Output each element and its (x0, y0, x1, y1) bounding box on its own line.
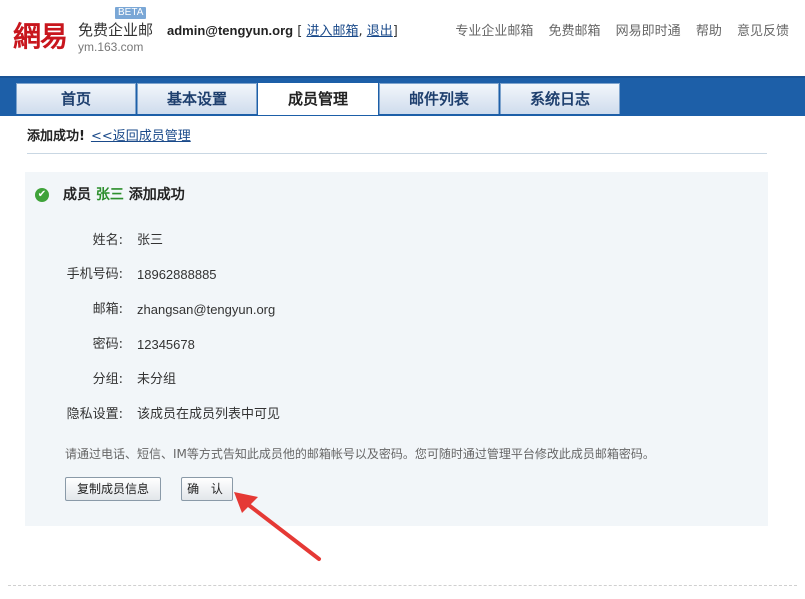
field-label: 手机号码: (66, 267, 123, 282)
breadcrumb: 添加成功! <<返回成员管理 (27, 128, 767, 154)
product-name: 免费企业邮 (78, 21, 154, 39)
back-to-members-link[interactable]: <<返回成员管理 (91, 129, 191, 144)
notice-text: 请通过电话、短信、IM等方式告知此成员他的邮箱帐号以及密码。您可随时通过管理平台… (65, 447, 655, 461)
netease-logo[interactable]: 網易 (13, 20, 68, 54)
header: 網易 免费企业邮 BETA ym.163.com admin@tengyun.o… (0, 0, 805, 78)
bracket-close: ] (392, 24, 398, 39)
top-link-free-mail[interactable]: 免费邮箱 (549, 24, 601, 39)
user-email: admin@tengyun.org (167, 23, 294, 38)
top-link-feedback[interactable]: 意见反馈 (737, 24, 789, 39)
member-name: 张三 (95, 187, 124, 203)
copy-member-info-button[interactable]: 复制成员信息 (65, 477, 161, 501)
top-link-help[interactable]: 帮助 (696, 24, 722, 39)
result-panel: ✔ 成员 张三 添加成功 姓名: 张三 手机号码: 18962888885 邮箱… (25, 172, 768, 526)
tab-system-log[interactable]: 系统日志 (500, 83, 620, 114)
enter-mailbox-link[interactable]: 进入邮箱 (306, 24, 358, 39)
top-links: 专业企业邮箱 免费邮箱 网易即时通 帮助 意见反馈 (444, 24, 789, 40)
tab-mail-lists[interactable]: 邮件列表 (379, 83, 499, 114)
field-value: 18962888885 (137, 267, 217, 282)
field-value: zhangsan@tengyun.org (137, 302, 276, 317)
page-title: 添加成功! (27, 129, 85, 144)
tab-home[interactable]: 首页 (16, 83, 136, 114)
logout-link[interactable]: 退出 (367, 24, 393, 39)
field-label: 密码: (92, 337, 123, 352)
product-domain: ym.163.com (78, 40, 144, 54)
top-link-popo[interactable]: 网易即时通 (616, 24, 681, 39)
top-link-pro-mail[interactable]: 专业企业邮箱 (455, 24, 533, 39)
tab-member-management[interactable]: 成员管理 (258, 83, 378, 115)
link-separator: , (358, 24, 363, 39)
beta-badge: BETA (115, 7, 147, 19)
bracket-open: [ (297, 24, 303, 39)
field-label: 隐私设置: (66, 407, 123, 422)
field-value: 未分组 (137, 372, 177, 387)
confirm-button[interactable]: 确 认 (181, 477, 233, 501)
footer-divider (8, 585, 797, 586)
field-value: 张三 (137, 233, 164, 248)
field-value: 该成员在成员列表中可见 (137, 407, 281, 422)
check-icon: ✔ (35, 188, 49, 202)
field-label: 分组: (92, 372, 123, 387)
red-arrow-annotation (234, 492, 321, 561)
user-area: admin@tengyun.org [ 进入邮箱, 退出] (167, 23, 398, 40)
success-prefix: 成员 (63, 187, 91, 203)
field-label: 邮箱: (92, 302, 123, 317)
field-label: 姓名: (92, 233, 123, 248)
nav-tabs: 首页 基本设置 成员管理 邮件列表 系统日志 (16, 83, 621, 115)
success-message: 成员 张三 添加成功 (63, 186, 185, 204)
field-value: 12345678 (137, 337, 195, 352)
success-suffix: 添加成功 (128, 187, 185, 203)
tab-basic-settings[interactable]: 基本设置 (137, 83, 257, 114)
